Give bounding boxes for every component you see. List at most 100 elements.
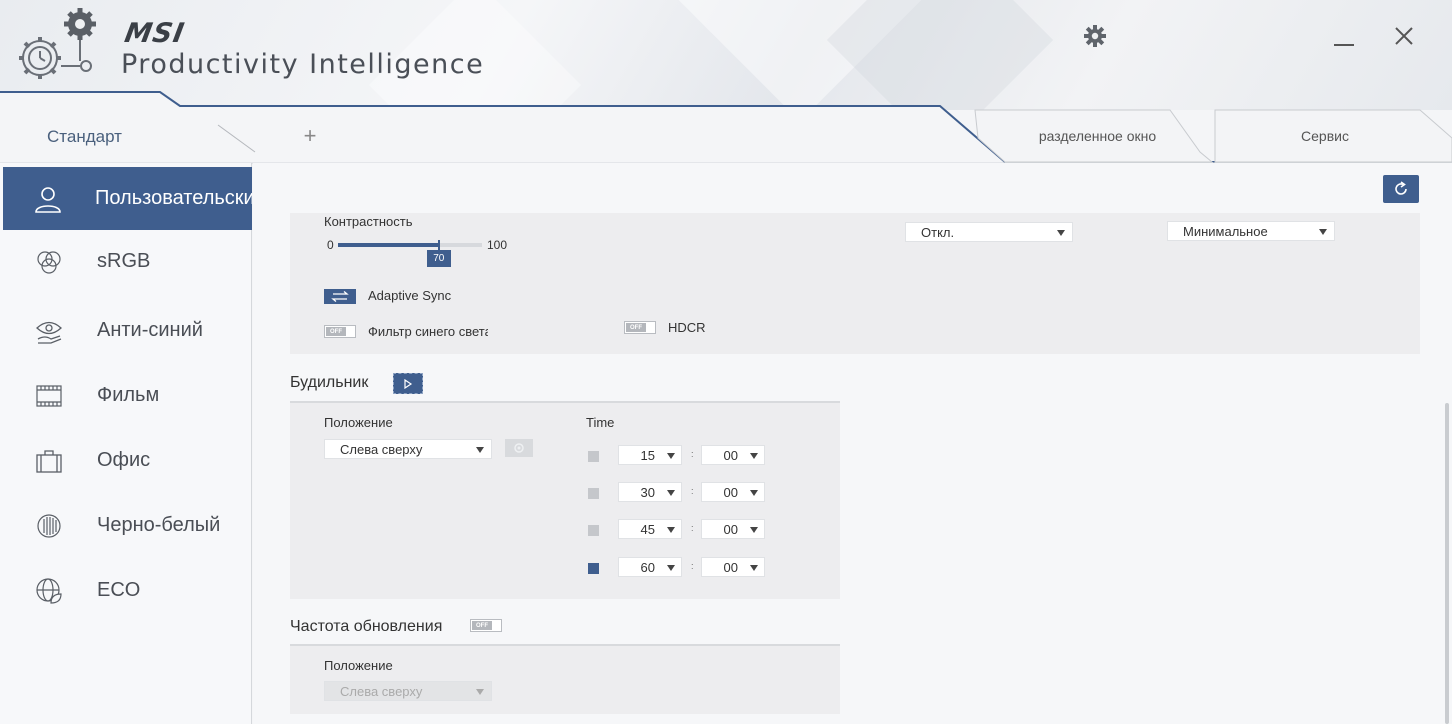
contrast-min: 0 [327, 238, 334, 252]
adaptive-sync-label: Adaptive Sync [368, 288, 452, 303]
alarm-seconds-dropdown[interactable]: 00 [701, 557, 765, 577]
dropdown-value: 30 [640, 484, 655, 500]
chevron-down-icon [667, 453, 675, 459]
sidebar-item-anti-blue[interactable]: Анти-синий [3, 299, 252, 362]
user-icon [34, 184, 62, 214]
minimize-button[interactable] [1329, 26, 1359, 56]
alarm-play-button[interactable] [393, 373, 423, 394]
sidebar-item-label: sRGB [97, 250, 151, 272]
contrast-label: Контрастность [324, 214, 413, 229]
blue-light-filter-label: Фильтр синего света [368, 324, 488, 339]
alarm-time-label: Time [586, 415, 615, 430]
app-title: Productivity Intelligence [121, 49, 485, 80]
alarm-title: Будильник [290, 374, 369, 391]
alarm-position-label: Положение [324, 415, 393, 430]
toggle-knob: OFF [326, 327, 346, 336]
toggle-knob: OFF [626, 323, 646, 332]
alarm-row-checkbox[interactable] [588, 525, 599, 536]
reset-button[interactable] [1383, 175, 1419, 203]
close-button[interactable] [1389, 21, 1419, 51]
color-circles-icon [34, 247, 64, 277]
sidebar-item-black-white[interactable]: Черно-белый [3, 494, 252, 557]
sidebar-item-movie[interactable]: Фильм [3, 364, 252, 427]
alarm-position-dropdown[interactable]: Слева сверху [324, 439, 492, 459]
refresh-position-dropdown[interactable]: Слева сверху [324, 681, 492, 701]
chevron-down-icon [667, 490, 675, 496]
dropdown-value: Откл. [921, 224, 955, 240]
settings-button[interactable] [1080, 21, 1110, 51]
sidebar-item-eco[interactable]: ECO [3, 559, 252, 622]
contrast-slider-fill [338, 243, 439, 247]
alarm-panel: Положение Слева сверху Time 15 : 00 30 :… [290, 401, 840, 599]
chevron-down-icon [667, 527, 675, 533]
sidebar-item-office[interactable]: Офис [3, 429, 252, 492]
gear-icon [1084, 25, 1106, 47]
tab-service[interactable]: Сервис [1225, 110, 1425, 162]
chevron-down-icon [750, 527, 758, 533]
time-separator: : [691, 523, 694, 533]
alarm-minutes-dropdown[interactable]: 60 [618, 557, 682, 577]
alarm-settings-button[interactable] [505, 439, 533, 457]
eye-hand-icon [34, 316, 64, 346]
chevron-down-icon [476, 447, 484, 453]
chevron-down-icon [1319, 229, 1327, 235]
sidebar-item-custom[interactable]: Пользовательский [3, 167, 252, 230]
toggle-knob: OFF [472, 621, 492, 630]
chevron-down-icon [750, 490, 758, 496]
contrast-slider-handle[interactable] [437, 240, 440, 250]
vertical-scrollbar[interactable] [1445, 403, 1449, 724]
sidebar-item-label: Пользовательский [95, 187, 252, 209]
bw-circle-icon [34, 511, 64, 541]
dropdown-value: 00 [723, 559, 738, 575]
sync-arrows-icon [331, 291, 349, 302]
sidebar-item-label: Черно-белый [97, 514, 221, 536]
time-separator: : [691, 449, 694, 459]
alarm-row-checkbox[interactable] [588, 451, 599, 462]
dropdown-value: Слева сверху [340, 441, 423, 457]
gear-icon [514, 443, 524, 453]
display-option-dropdown-1[interactable]: Откл. [905, 222, 1073, 242]
dropdown-value: Минимальное [1183, 223, 1268, 239]
refresh-rate-toggle[interactable]: OFF [470, 619, 502, 632]
display-option-dropdown-2[interactable]: Минимальное [1167, 221, 1335, 241]
minimize-icon [1334, 44, 1354, 46]
adaptive-sync-toggle[interactable] [324, 289, 356, 304]
alarm-row-checkbox[interactable] [588, 563, 599, 574]
time-separator: : [691, 561, 694, 571]
chevron-down-icon [750, 453, 758, 459]
alarm-minutes-dropdown[interactable]: 30 [618, 482, 682, 502]
chevron-down-icon [750, 565, 758, 571]
hdcr-toggle[interactable]: OFF [624, 321, 656, 334]
alarm-row-checkbox[interactable] [588, 488, 599, 499]
refresh-icon [1395, 181, 1407, 195]
time-separator: : [691, 486, 694, 496]
app-logo-icon [19, 8, 96, 79]
eco-globe-icon [34, 576, 64, 606]
dropdown-value: 00 [723, 447, 738, 463]
display-settings-panel: Контрастность 0 70 100 Откл. Минимальное… [290, 213, 1420, 354]
sidebar-item-label: Анти-синий [97, 319, 203, 341]
alarm-seconds-dropdown[interactable]: 00 [701, 482, 765, 502]
contrast-max: 100 [487, 238, 508, 252]
dropdown-value: 15 [640, 447, 655, 463]
sidebar-item-label: ECO [97, 579, 141, 601]
chevron-down-icon [476, 689, 484, 695]
dropdown-value: 00 [723, 484, 738, 500]
alarm-minutes-dropdown[interactable]: 15 [618, 445, 682, 465]
briefcase-icon [34, 446, 64, 476]
sidebar: Пользовательский sRGB Анти-синий Фильм О… [0, 163, 252, 724]
main-content: Контрастность 0 70 100 Откл. Минимальное… [253, 163, 1452, 724]
alarm-minutes-dropdown[interactable]: 45 [618, 519, 682, 539]
close-icon [1395, 27, 1413, 45]
sidebar-item-srgb[interactable]: sRGB [3, 230, 252, 293]
alarm-seconds-dropdown[interactable]: 00 [701, 445, 765, 465]
tab-split-window[interactable]: разделенное окно [1000, 110, 1195, 162]
add-tab-button[interactable]: + [298, 123, 322, 148]
sidebar-item-label: Фильм [97, 384, 160, 406]
play-icon [404, 378, 413, 389]
tab-standard[interactable]: Стандарт [47, 127, 122, 147]
refresh-position-label: Положение [324, 658, 393, 673]
alarm-seconds-dropdown[interactable]: 00 [701, 519, 765, 539]
blue-light-filter-toggle[interactable]: OFF [324, 325, 356, 338]
sidebar-item-label: Офис [97, 449, 151, 471]
